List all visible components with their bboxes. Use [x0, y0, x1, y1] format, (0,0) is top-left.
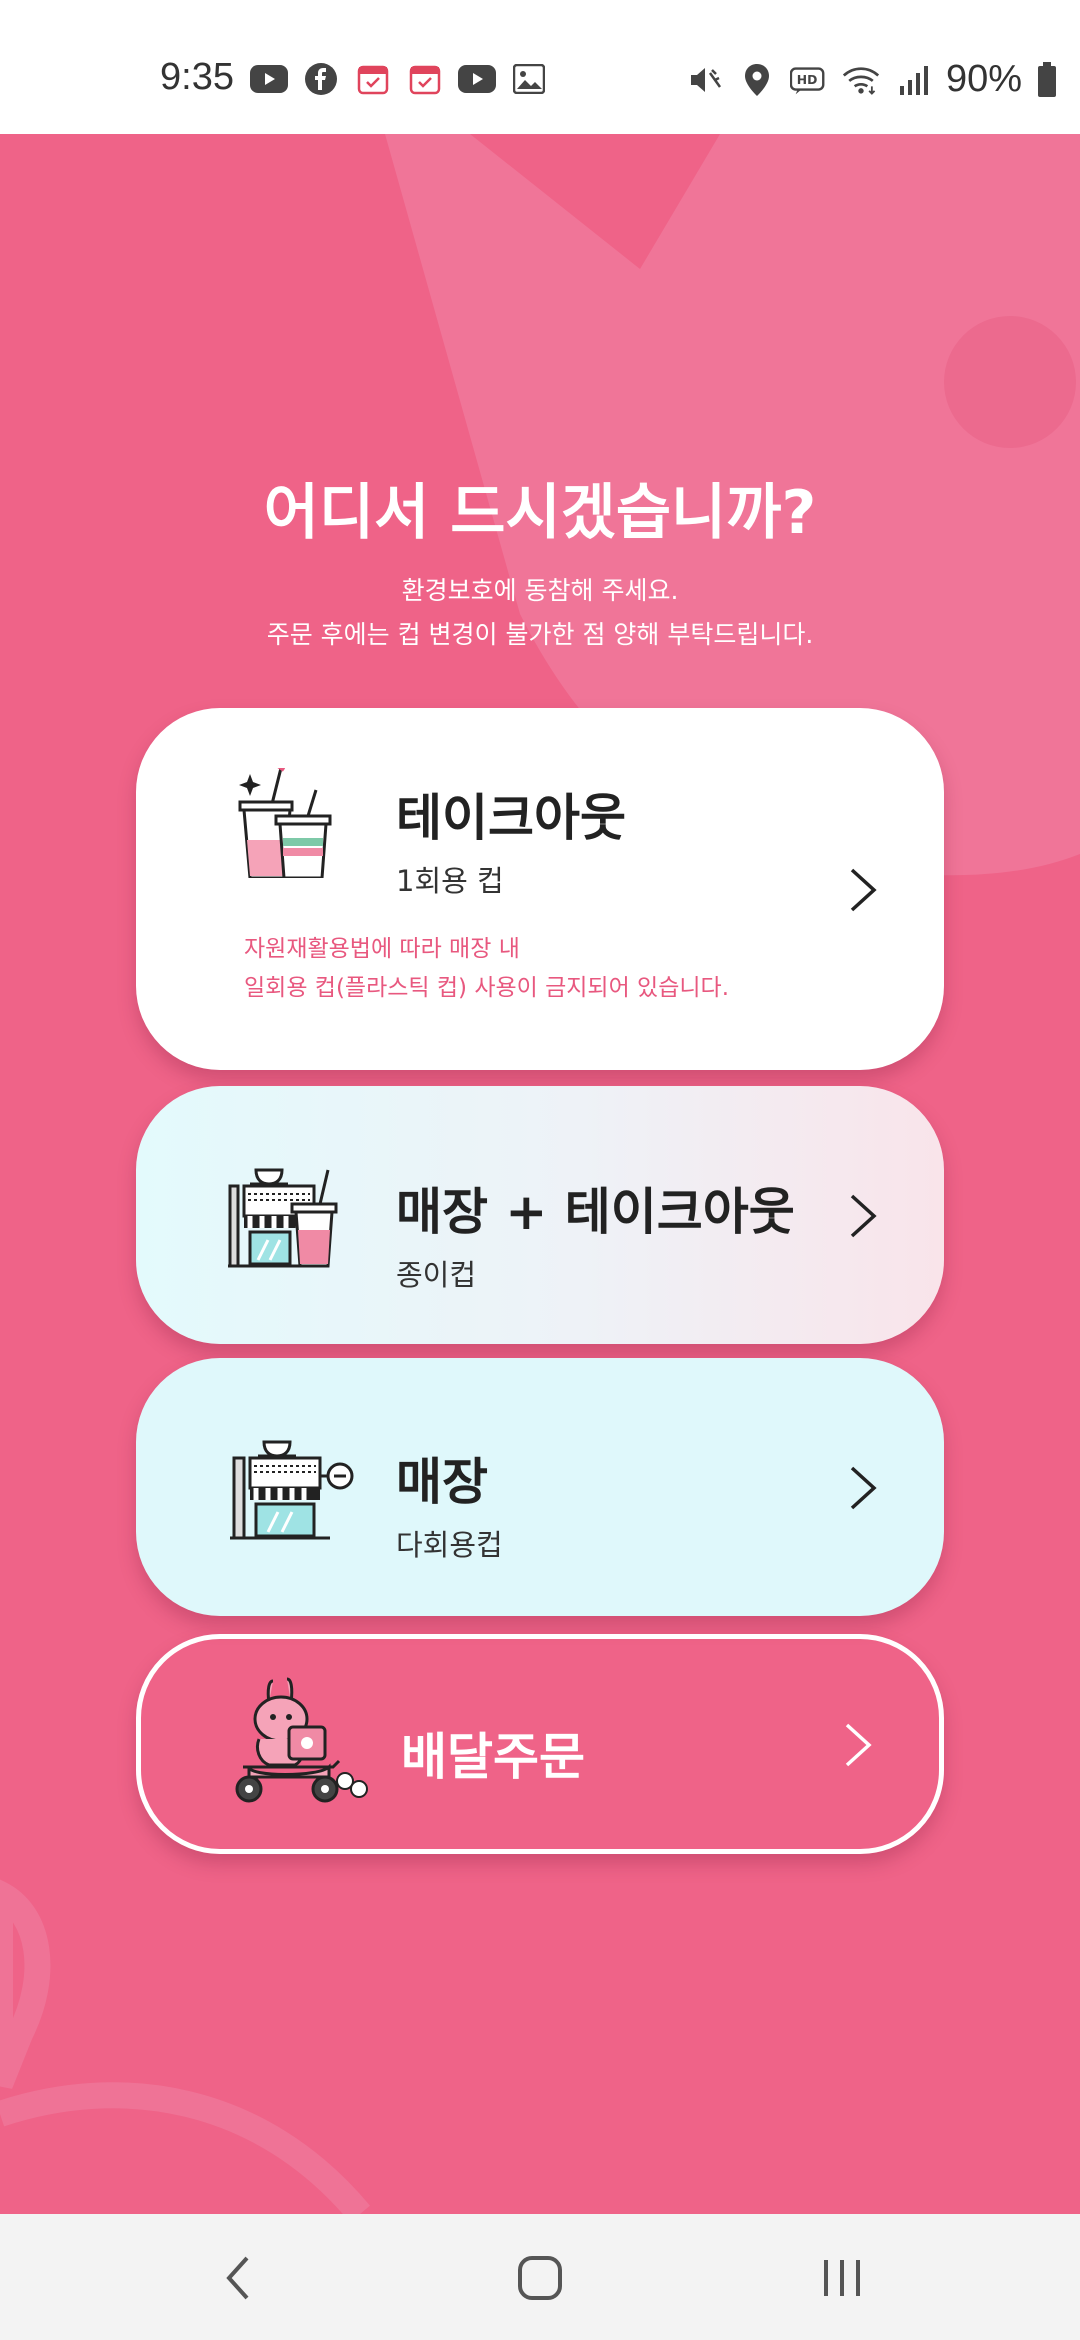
option-title: 테이크아웃: [396, 789, 626, 847]
svg-text:HD: HD: [797, 72, 818, 86]
notification-icons: [250, 62, 548, 96]
mute-icon: [686, 63, 724, 97]
hd-icon: HD: [789, 63, 828, 97]
option-title: 배달주문: [401, 1728, 585, 1786]
option-delivery[interactable]: 배달주문: [136, 1634, 944, 1854]
battery-icon: [1036, 61, 1058, 97]
calendar-check-icon: [406, 62, 444, 96]
chevron-right-icon: [850, 1194, 877, 1238]
store-icon: [230, 1440, 354, 1540]
takeout-cups-icon: [238, 768, 332, 878]
signal-icon: [894, 63, 932, 97]
option-note: 자원재활용법에 따라 매장 내 일회용 컵(플라스틱 컵) 사용이 금지되어 있…: [244, 930, 729, 1008]
gallery-icon: [510, 62, 548, 96]
back-icon[interactable]: [208, 2250, 268, 2306]
chevron-right-icon: [850, 868, 877, 912]
youtube-icon: [250, 62, 288, 96]
main-screen: 어디서 드시겠습니까? 환경보호에 동참해 주세요. 주문 후에는 컵 변경이 …: [0, 134, 1080, 2214]
system-nav-bar: [0, 2214, 1080, 2340]
chevron-right-icon: [845, 1723, 872, 1767]
option-subtitle: 다회용컵: [396, 1528, 503, 1562]
battery-percent: 90%: [945, 58, 1022, 100]
option-title: 매장 + 테이크아웃: [396, 1183, 795, 1241]
home-icon[interactable]: [510, 2250, 570, 2306]
delivery-rabbit-scooter-icon: [235, 1677, 368, 1803]
page-title: 어디서 드시겠습니까?: [263, 478, 817, 548]
chevron-right-icon: [850, 1466, 877, 1510]
option-note-line-1: 자원재활용법에 따라 매장 내: [244, 936, 520, 962]
calendar-check-icon: [354, 62, 392, 96]
page-subtitle-1: 환경보호에 동참해 주세요.: [401, 576, 679, 605]
option-title: 매장: [396, 1453, 488, 1511]
store-and-cup-icon: [228, 1168, 338, 1268]
facebook-icon: [302, 62, 340, 96]
option-takeout[interactable]: 테이크아웃 1회용 컵 자원재활용법에 따라 매장 내 일회용 컵(플라스틱 컵…: [136, 708, 944, 1070]
option-store[interactable]: 매장 다회용컵: [136, 1358, 944, 1616]
status-time: 9:35: [160, 56, 234, 98]
option-store-and-takeout[interactable]: 매장 + 테이크아웃 종이컵: [136, 1086, 944, 1344]
system-icons: HD 90%: [686, 58, 1058, 101]
page-subtitle-2: 주문 후에는 컵 변경이 불가한 점 양해 부탁드립니다.: [266, 620, 814, 649]
recents-icon[interactable]: [812, 2250, 872, 2306]
status-bar: 9:35 HD 90%: [0, 0, 1080, 134]
location-icon: [738, 63, 776, 97]
youtube-icon: [458, 62, 496, 96]
option-subtitle: 종이컵: [396, 1258, 477, 1292]
option-note-line-2: 일회용 컵(플라스틱 컵) 사용이 금지되어 있습니다.: [244, 975, 730, 1001]
option-subtitle: 1회용 컵: [396, 864, 504, 898]
wifi-icon: [842, 63, 880, 97]
